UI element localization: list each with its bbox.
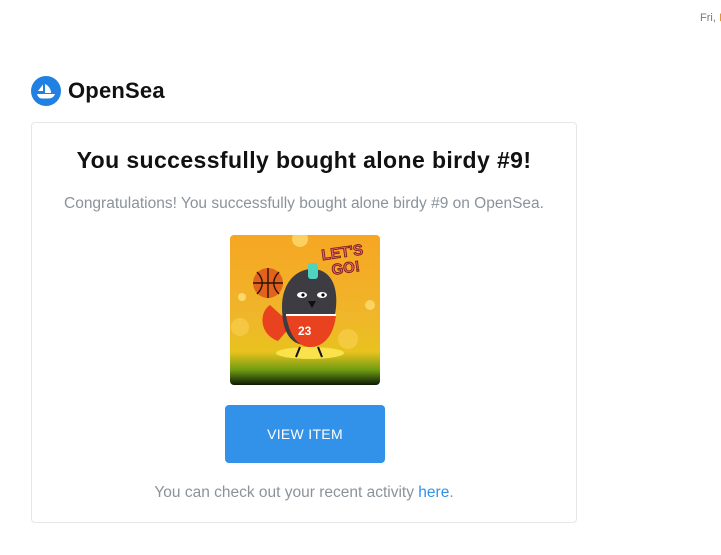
email-date: Fri, I (700, 12, 721, 24)
email-view: Fri, I OpenSea You successfully bought a… (0, 0, 721, 555)
brand-name: OpenSea (68, 78, 165, 103)
nft-image[interactable]: 23 LET'S GO! (230, 235, 380, 385)
footer-text: You can check out your recent activity h… (32, 484, 576, 502)
date-text: Fri, (700, 12, 716, 24)
email-title: You successfully bought alone birdy #9! (76, 147, 532, 173)
congrats-message: Congratulations! You successfully bought… (64, 195, 544, 212)
purchase-card: You successfully bought alone birdy #9! … (31, 122, 577, 523)
view-item-button[interactable]: VIEW ITEM (225, 405, 385, 463)
footer-text-body: You can check out your recent activity (154, 484, 414, 501)
opensea-ship-icon (31, 76, 61, 106)
here-link[interactable]: here (418, 484, 449, 501)
footer-period: . (449, 484, 454, 501)
opensea-brand[interactable]: OpenSea (31, 76, 165, 106)
jersey-number: 23 (298, 324, 312, 338)
